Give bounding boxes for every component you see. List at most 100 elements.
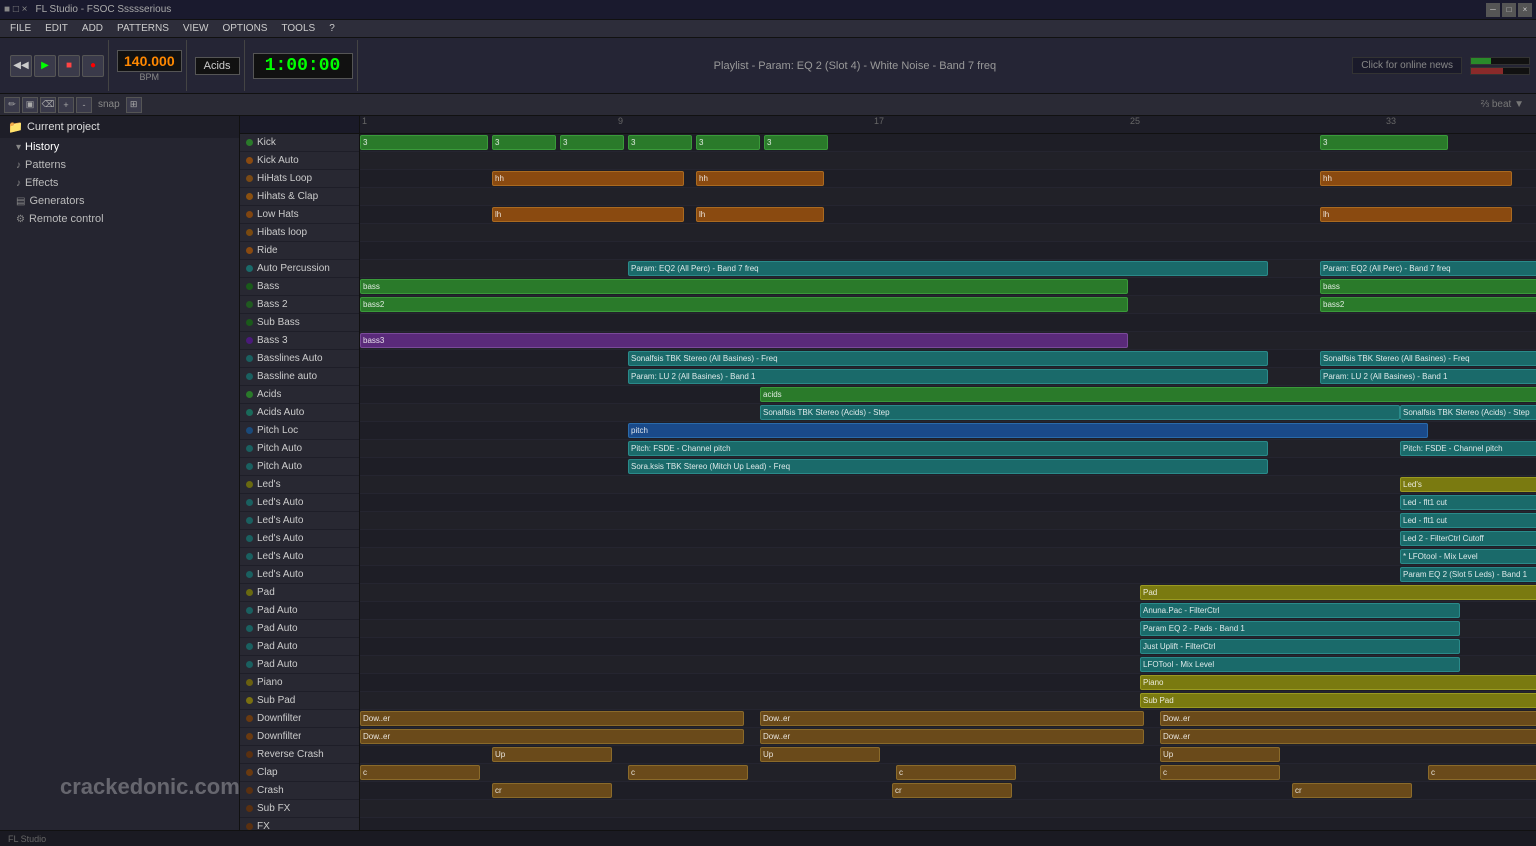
- draw-tool[interactable]: ✏: [4, 97, 20, 113]
- maximize-button[interactable]: □: [1502, 3, 1516, 17]
- track-name-row[interactable]: Basslines Auto: [240, 350, 359, 368]
- pattern-block[interactable]: Param: EQ2 (All Perc) - Band 7 freq: [1320, 261, 1536, 276]
- pattern-block[interactable]: bass2: [360, 297, 1128, 312]
- minimize-button[interactable]: ─: [1486, 3, 1500, 17]
- pattern-block[interactable]: 3: [764, 135, 828, 150]
- track-name-row[interactable]: Bassline auto: [240, 368, 359, 386]
- pattern-block[interactable]: Anuna.Pac - FilterCtrl: [1140, 603, 1460, 618]
- pattern-block[interactable]: Param EQ 2 (Slot 5 Leds) - Band 1: [1400, 567, 1536, 582]
- track-name-row[interactable]: Piano: [240, 674, 359, 692]
- pattern-block[interactable]: Sonalfsis TBK Stereo (Acids) - Step: [760, 405, 1400, 420]
- track-name-row[interactable]: Pad Auto: [240, 656, 359, 674]
- menu-file[interactable]: FILE: [4, 22, 37, 35]
- pattern-block[interactable]: 3: [360, 135, 488, 150]
- tempo-display[interactable]: 140.000: [117, 50, 182, 72]
- track-name-row[interactable]: Led's Auto: [240, 494, 359, 512]
- pattern-block[interactable]: pitch: [628, 423, 1428, 438]
- pattern-block[interactable]: c: [360, 765, 480, 780]
- track-name-row[interactable]: Acids Auto: [240, 404, 359, 422]
- pattern-block[interactable]: c: [1428, 765, 1536, 780]
- pattern-block[interactable]: cr: [1292, 783, 1412, 798]
- track-name-row[interactable]: Ride: [240, 242, 359, 260]
- pattern-block[interactable]: Up: [1160, 747, 1280, 762]
- track-name-row[interactable]: Auto Percussion: [240, 260, 359, 278]
- menu-patterns[interactable]: PATTERNS: [111, 22, 175, 35]
- menu-edit[interactable]: EDIT: [39, 22, 74, 35]
- pattern-block[interactable]: Pad: [1140, 585, 1536, 600]
- pattern-block[interactable]: c: [628, 765, 748, 780]
- track-name-row[interactable]: Bass 3: [240, 332, 359, 350]
- pattern-block[interactable]: 3: [696, 135, 760, 150]
- track-name-row[interactable]: Kick: [240, 134, 359, 152]
- pattern-block[interactable]: Sora.ksis TBK Stereo (Mitch Up Lead) - F…: [628, 459, 1268, 474]
- track-name-row[interactable]: Kick Auto: [240, 152, 359, 170]
- pattern-block[interactable]: c: [1160, 765, 1280, 780]
- menu-tools[interactable]: TOOLS: [275, 22, 321, 35]
- track-name-row[interactable]: Led's Auto: [240, 548, 359, 566]
- pattern-block[interactable]: 3: [492, 135, 556, 150]
- pattern-block[interactable]: lh: [1320, 207, 1512, 222]
- pattern-block[interactable]: Led - flt1 cut: [1400, 513, 1536, 528]
- track-name-row[interactable]: Clap: [240, 764, 359, 782]
- pattern-block[interactable]: cr: [492, 783, 612, 798]
- track-name-row[interactable]: Pad: [240, 584, 359, 602]
- online-news[interactable]: Click for online news: [1352, 57, 1462, 74]
- pattern-block[interactable]: 3: [1320, 135, 1448, 150]
- track-name-row[interactable]: Crash: [240, 782, 359, 800]
- track-content-area[interactable]: 3333333hhhhhhlhlhlhParam: EQ2 (All Perc)…: [360, 134, 1536, 830]
- pattern-block[interactable]: hh: [1320, 171, 1512, 186]
- pattern-block[interactable]: Param: EQ2 (All Perc) - Band 7 freq: [628, 261, 1268, 276]
- pattern-block[interactable]: Dow..er: [760, 711, 1144, 726]
- select-tool[interactable]: ▣: [22, 97, 38, 113]
- pattern-block[interactable]: Up: [760, 747, 880, 762]
- pattern-block[interactable]: lh: [492, 207, 684, 222]
- menu-view[interactable]: VIEW: [177, 22, 215, 35]
- pattern-block[interactable]: Sonalfsis TBK Stereo (All Basines) - Fre…: [628, 351, 1268, 366]
- pattern-block[interactable]: c: [896, 765, 1016, 780]
- snap-button[interactable]: ⊞: [126, 97, 142, 113]
- sidebar-item-effects[interactable]: ♪ Effects: [0, 174, 239, 192]
- pattern-block[interactable]: lh: [696, 207, 824, 222]
- zoom-out[interactable]: -: [76, 97, 92, 113]
- pattern-selector[interactable]: Acids: [195, 57, 240, 75]
- track-name-row[interactable]: Bass 2: [240, 296, 359, 314]
- track-name-row[interactable]: Led's Auto: [240, 566, 359, 584]
- sidebar-item-generators[interactable]: ▤ Generators: [0, 192, 239, 210]
- pattern-block[interactable]: LFOTool - Mix Level: [1140, 657, 1460, 672]
- track-name-row[interactable]: Pad Auto: [240, 620, 359, 638]
- pattern-block[interactable]: bass3: [360, 333, 1128, 348]
- track-name-row[interactable]: Pitch Loc: [240, 422, 359, 440]
- track-name-row[interactable]: Hibats loop: [240, 224, 359, 242]
- pattern-block[interactable]: Dow..er: [1160, 711, 1536, 726]
- menu-help[interactable]: ?: [323, 22, 341, 35]
- prev-button[interactable]: ◀◀: [10, 55, 32, 77]
- pattern-block[interactable]: hh: [492, 171, 684, 186]
- track-name-row[interactable]: Downfilter: [240, 710, 359, 728]
- track-name-row[interactable]: Downfilter: [240, 728, 359, 746]
- track-name-row[interactable]: Pitch Auto: [240, 440, 359, 458]
- pattern-block[interactable]: * LFOtool - Mix Level: [1400, 549, 1536, 564]
- pattern-block[interactable]: Led's: [1400, 477, 1536, 492]
- pattern-block[interactable]: Sonalfsis TBK Stereo (Acids) - Step: [1400, 405, 1536, 420]
- track-name-row[interactable]: Led's Auto: [240, 530, 359, 548]
- close-button[interactable]: ×: [1518, 3, 1532, 17]
- track-name-row[interactable]: FX: [240, 818, 359, 830]
- pattern-block[interactable]: Param: LU 2 (All Basines) - Band 1: [1320, 369, 1536, 384]
- track-name-row[interactable]: HiHats Loop: [240, 170, 359, 188]
- pattern-block[interactable]: Pitch: FSDE - Channel pitch: [1400, 441, 1536, 456]
- pattern-block[interactable]: bass2: [1320, 297, 1536, 312]
- pattern-block[interactable]: Param EQ 2 - Pads - Band 1: [1140, 621, 1460, 636]
- pattern-block[interactable]: acids: [760, 387, 1536, 402]
- pattern-block[interactable]: Dow..er: [1160, 729, 1536, 744]
- pattern-block[interactable]: hh: [696, 171, 824, 186]
- erase-tool[interactable]: ⌫: [40, 97, 56, 113]
- pattern-block[interactable]: Dow..er: [760, 729, 1144, 744]
- track-name-row[interactable]: Bass: [240, 278, 359, 296]
- sidebar-item-history[interactable]: ▾ History: [0, 138, 239, 156]
- pattern-block[interactable]: Piano: [1140, 675, 1536, 690]
- pattern-block[interactable]: cr: [892, 783, 1012, 798]
- pattern-block[interactable]: Dow..er: [360, 711, 744, 726]
- pattern-block[interactable]: bass: [360, 279, 1128, 294]
- track-name-row[interactable]: Pitch Auto: [240, 458, 359, 476]
- stop-button[interactable]: ■: [58, 55, 80, 77]
